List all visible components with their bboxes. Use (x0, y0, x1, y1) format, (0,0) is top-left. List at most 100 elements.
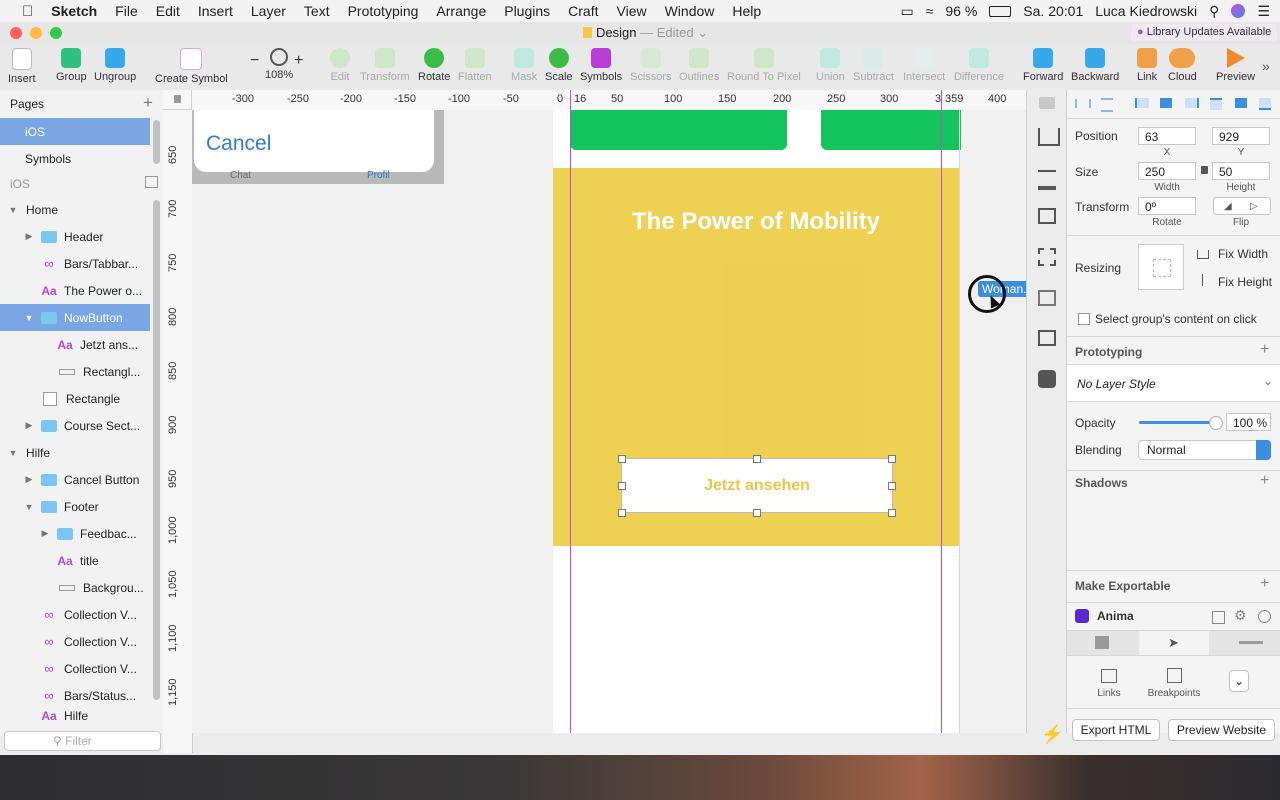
layer-bars-status[interactable]: ∞ Bars/Status... (0, 682, 150, 709)
add-page-button[interactable]: + (143, 93, 153, 113)
disclosure-closed-icon[interactable]: ▶ (24, 420, 34, 431)
difference-button[interactable]: Difference (954, 48, 1004, 83)
scale-button[interactable]: Scale (545, 48, 573, 83)
cloud-button[interactable]: Cloud (1168, 48, 1197, 83)
menu-plugins[interactable]: Plugins (504, 3, 550, 19)
layer-background[interactable]: Backgrou... (0, 574, 150, 601)
layer-jetzt-text[interactable]: Aa Jetzt ans... (0, 331, 150, 358)
opacity-slider-track[interactable] (1139, 421, 1216, 424)
zoom-out-button[interactable]: − (250, 52, 259, 70)
distribute-horizontal-icon[interactable] (1075, 99, 1091, 108)
zoom-in-button[interactable]: + (294, 52, 303, 70)
mask-button[interactable]: Mask (511, 48, 537, 83)
layer-cancel-button[interactable]: ▶ Cancel Button (0, 466, 150, 493)
menu-help[interactable]: Help (732, 3, 761, 19)
page-item-ios[interactable]: iOS (0, 118, 150, 145)
create-symbol-button[interactable]: Create Symbol (155, 48, 228, 85)
pages-scrollbar[interactable] (153, 120, 160, 164)
vertical-ruler[interactable]: 650 700 750 800 850 900 950 1,000 1,050 … (163, 110, 193, 753)
fix-height-icon[interactable] (1202, 274, 1203, 286)
page-item-symbols[interactable]: Symbols (0, 145, 150, 172)
anima-gear-icon[interactable]: ⚙ (1234, 607, 1247, 624)
settings-hex-icon[interactable] (1038, 370, 1056, 388)
flatten-button[interactable]: Flatten (458, 48, 492, 83)
anima-help-icon[interactable] (1258, 610, 1271, 623)
close-window-button[interactable] (10, 27, 22, 39)
zoom-control[interactable]: 108% (265, 48, 293, 81)
disclosure-closed-icon[interactable]: ▶ (40, 528, 50, 539)
layer-course-section[interactable]: ▶ Course Sect... (0, 412, 150, 439)
library-updates-badge[interactable]: ● Library Updates Available (1131, 24, 1278, 41)
export-html-button[interactable]: Export HTML (1072, 719, 1160, 741)
menu-layer[interactable]: Layer (251, 3, 286, 19)
layer-header[interactable]: ▶ Header (0, 223, 150, 250)
course-card-green-right[interactable] (821, 110, 961, 150)
round-to-pixel-button[interactable]: Round To Pixel (727, 48, 801, 83)
add-image-icon[interactable] (1038, 330, 1056, 346)
artboard-home[interactable]: The Power of Mobility Jetzt ansehen (553, 110, 961, 733)
layer-collection-view-2[interactable]: ∞ Collection V... (0, 628, 150, 655)
layer-feedback[interactable]: ▶ Feedbac... (0, 520, 150, 547)
ruler-guide-marker[interactable] (941, 90, 942, 110)
resize-handle-ne[interactable] (888, 455, 896, 463)
disclosure-open-icon[interactable]: ▼ (24, 502, 34, 512)
course-card-green-left[interactable] (570, 110, 787, 150)
collapse-layers-icon[interactable] (145, 176, 158, 188)
component-icon[interactable] (1038, 248, 1056, 266)
resize-handle-w[interactable] (618, 482, 626, 490)
anima-tab-layout-icon[interactable] (1095, 636, 1109, 649)
resize-handle-nw[interactable] (618, 455, 626, 463)
layers-scrollbar[interactable] (153, 200, 160, 700)
fix-width-icon[interactable] (1197, 250, 1209, 259)
horizontal-ruler[interactable]: -300 -250 -200 -150 -100 -50 0 16 50 100… (192, 90, 1026, 111)
outlines-button[interactable]: Outlines (679, 48, 719, 83)
opacity-field[interactable]: 100 % (1226, 413, 1271, 431)
align-left-icon[interactable] (1135, 98, 1149, 108)
blending-select[interactable]: Normal (1138, 440, 1271, 460)
subtract-button[interactable]: Subtract (853, 48, 894, 83)
breakpoints-label[interactable]: Breakpoints (1143, 688, 1205, 699)
artboard-hilfe-fragment[interactable]: Cancel Chat Profil (192, 110, 444, 184)
battery-icon[interactable] (989, 5, 1012, 17)
align-top-icon[interactable] (1210, 98, 1222, 110)
flip-horizontal-button[interactable]: ◢ (1224, 201, 1232, 212)
menu-app-sketch[interactable]: Sketch (51, 3, 97, 19)
resize-handle-n[interactable] (753, 455, 761, 463)
ruler-guide-marker[interactable] (570, 90, 571, 110)
distribute-vertical-icon[interactable] (1101, 98, 1113, 112)
preview-button[interactable]: Preview (1216, 48, 1255, 83)
layer-bars-tabbar[interactable]: ∞ Bars/Tabbar... (0, 250, 150, 277)
add-export-button[interactable]: + (1260, 575, 1269, 593)
ungroup-button[interactable]: Ungroup (94, 48, 136, 83)
stack-layers-icon[interactable] (1038, 170, 1056, 190)
height-field[interactable]: 50 (1212, 162, 1270, 180)
position-x-field[interactable]: 63 (1138, 127, 1196, 145)
transform-button[interactable]: Transform (360, 48, 410, 83)
position-y-field[interactable]: 929 (1212, 127, 1270, 145)
disclosure-open-icon[interactable]: ▼ (8, 205, 18, 215)
spotlight-search-icon[interactable]: ⚲ (1209, 3, 1219, 20)
layer-footer[interactable]: ▼ Footer (0, 493, 150, 520)
link-button[interactable]: Link (1137, 48, 1157, 83)
menu-view[interactable]: View (617, 3, 647, 19)
intersect-button[interactable]: Intersect (903, 48, 945, 83)
links-label[interactable]: Links (1089, 688, 1129, 699)
align-center-icon[interactable] (1160, 98, 1172, 108)
zoom-window-button[interactable] (50, 27, 62, 39)
menu-file[interactable]: File (115, 3, 138, 19)
layer-hilfe-text[interactable]: Aa Hilfe (0, 709, 150, 723)
menu-craft[interactable]: Craft (568, 3, 598, 19)
backward-button[interactable]: Backward (1071, 48, 1119, 83)
layer-filter-input[interactable]: ⚲ Filter (4, 731, 161, 751)
layer-power-text[interactable]: Aa The Power o... (0, 277, 150, 304)
resize-handle-se[interactable] (888, 509, 896, 517)
user-name[interactable]: Luca Kiedrowski (1095, 3, 1197, 19)
anima-tab-connect-icon[interactable] (1239, 641, 1263, 644)
resize-handle-s[interactable] (753, 509, 761, 517)
menu-edit[interactable]: Edit (156, 3, 180, 19)
resize-handle-sw[interactable] (618, 509, 626, 517)
wifi-icon[interactable]: ≈ (926, 3, 934, 19)
add-shadow-button[interactable]: + (1260, 472, 1269, 490)
insert-button[interactable]: Insert (8, 48, 36, 85)
forward-button[interactable]: Forward (1023, 48, 1063, 83)
